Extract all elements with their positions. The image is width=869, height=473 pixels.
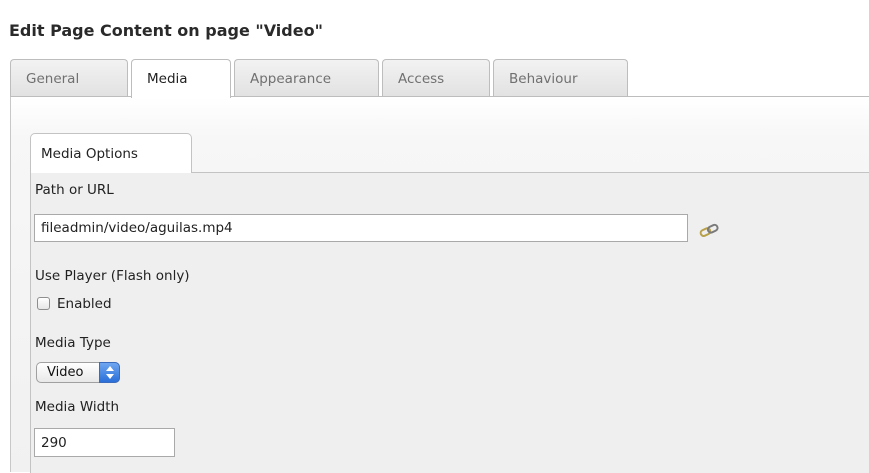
path-label: Path or URL [35,182,114,198]
link-wizard-icon[interactable] [698,222,722,238]
enabled-label: Enabled [57,296,112,312]
tab-bar: General Media Appearance Access Behaviou… [10,59,869,98]
enabled-checkbox[interactable] [37,297,50,310]
media-type-select[interactable]: Video [36,362,120,383]
select-arrows-icon [99,362,120,383]
media-width-label: Media Width [35,399,120,415]
path-input[interactable] [34,214,688,242]
media-width-input[interactable] [34,428,175,457]
tab-access[interactable]: Access [382,59,490,96]
subtab-media-options[interactable]: Media Options [30,133,192,173]
media-type-label: Media Type [35,335,111,351]
page-title: Edit Page Content on page "Video" [9,21,323,40]
tab-behaviour[interactable]: Behaviour [493,59,628,96]
media-type-value: Video [47,365,84,380]
tab-media[interactable]: Media [131,59,231,98]
tab-general[interactable]: General [10,59,128,96]
tab-appearance[interactable]: Appearance [234,59,379,96]
use-player-label: Use Player (Flash only) [35,268,190,284]
